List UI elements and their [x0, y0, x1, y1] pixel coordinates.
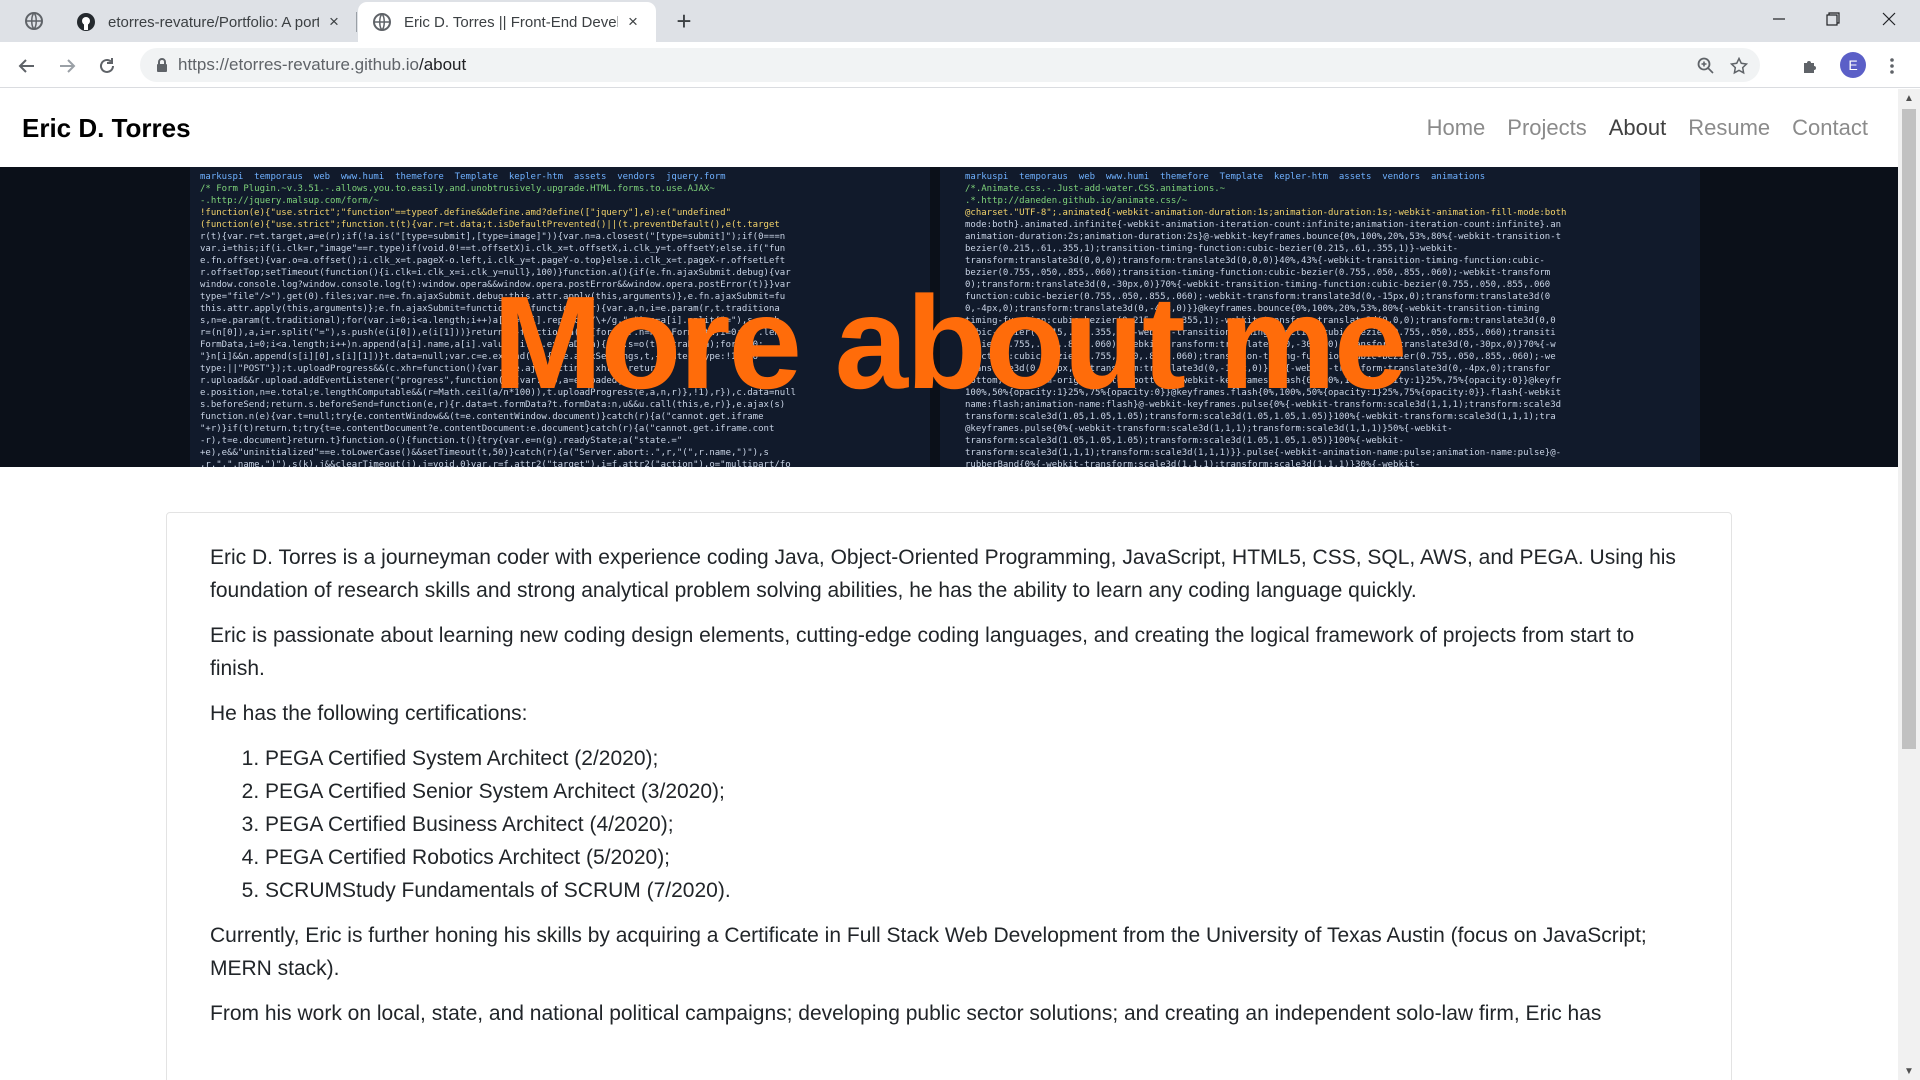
- close-window-button[interactable]: [1862, 0, 1916, 38]
- close-icon[interactable]: ×: [325, 12, 343, 31]
- certification-item: PEGA Certified Business Architect (4/202…: [265, 808, 1688, 841]
- page-viewport: Eric D. Torres Home Projects About Resum…: [0, 89, 1898, 1080]
- scroll-down-arrow-icon[interactable]: ▼: [1898, 1062, 1920, 1080]
- certification-item: SCRUMStudy Fundamentals of SCRUM (7/2020…: [265, 874, 1688, 907]
- about-paragraph-experience: From his work on local, state, and natio…: [210, 1002, 1602, 1025]
- nav-link-resume[interactable]: Resume: [1688, 115, 1770, 141]
- menu-kebab-icon[interactable]: [1878, 52, 1906, 80]
- url-text: https://etorres-revature.github.io/about: [178, 55, 466, 75]
- reload-icon[interactable]: [92, 51, 122, 81]
- browser-tab-bar: etorres-revature/Portfolio: A port × Eri…: [0, 0, 1920, 42]
- forward-arrow-icon[interactable]: [52, 51, 82, 81]
- page-scrollbar[interactable]: ▲ ▼: [1898, 89, 1920, 1080]
- close-icon[interactable]: ×: [624, 12, 642, 31]
- about-paragraph-current: Currently, Eric is further honing his sk…: [210, 924, 1647, 980]
- tab-github-portfolio[interactable]: etorres-revature/Portfolio: A port ×: [62, 2, 357, 42]
- nav-link-home[interactable]: Home: [1427, 115, 1486, 141]
- nav-link-contact[interactable]: Contact: [1792, 115, 1868, 141]
- about-card: Eric D. Torres is a journeyman coder wit…: [166, 512, 1732, 1080]
- github-icon: [76, 12, 96, 32]
- tab-title: etorres-revature/Portfolio: A port: [108, 13, 319, 31]
- certification-item: PEGA Certified Senior System Architect (…: [265, 775, 1688, 808]
- scroll-up-arrow-icon[interactable]: ▲: [1898, 89, 1920, 107]
- tab-divider: [356, 12, 357, 32]
- browser-toolbar: https://etorres-revature.github.io/about: [0, 42, 1920, 88]
- profile-avatar[interactable]: E: [1840, 52, 1866, 78]
- hero-title: More about me: [492, 269, 1408, 416]
- new-tab-button[interactable]: +: [670, 6, 698, 36]
- nav-link-about[interactable]: About: [1609, 115, 1667, 141]
- site-nav-links: Home Projects About Resume Contact: [1427, 115, 1868, 141]
- lock-icon[interactable]: [154, 57, 170, 73]
- url-path: /about: [418, 55, 467, 74]
- restore-button[interactable]: [1806, 0, 1860, 38]
- address-bar[interactable]: https://etorres-revature.github.io/about: [140, 48, 1760, 82]
- about-paragraph-certs-intro: He has the following certifications:: [210, 702, 528, 725]
- nav-link-projects[interactable]: Projects: [1507, 115, 1586, 141]
- url-host: https://etorres-revature.github.io: [178, 55, 419, 74]
- certification-list: PEGA Certified System Architect (2/2020)…: [210, 742, 1688, 907]
- about-paragraph-passion: Eric is passionate about learning new co…: [210, 624, 1635, 680]
- certification-item: PEGA Certified System Architect (2/2020)…: [265, 742, 1688, 775]
- tab-search-icon[interactable]: [21, 8, 47, 34]
- about-paragraph-intro: Eric D. Torres is a journeyman coder wit…: [210, 546, 1676, 602]
- minimize-button[interactable]: [1752, 0, 1806, 38]
- extensions-puzzle-icon[interactable]: [1796, 52, 1824, 80]
- back-arrow-icon[interactable]: [12, 51, 42, 81]
- site-brand[interactable]: Eric D. Torres: [22, 113, 191, 144]
- certification-item: PEGA Certified Robotics Architect (5/202…: [265, 841, 1688, 874]
- bookmark-star-icon[interactable]: [1727, 54, 1751, 78]
- tab-title: Eric D. Torres || Front-End Develo: [404, 13, 618, 31]
- globe-icon: [372, 12, 392, 32]
- hero-banner: markuspi temporaus web www.humi themefor…: [0, 167, 1898, 467]
- zoom-icon[interactable]: [1694, 54, 1718, 78]
- tab-portfolio-about[interactable]: Eric D. Torres || Front-End Develo ×: [358, 2, 656, 42]
- scrollbar-thumb[interactable]: [1902, 109, 1916, 749]
- site-navbar: Eric D. Torres Home Projects About Resum…: [0, 89, 1898, 167]
